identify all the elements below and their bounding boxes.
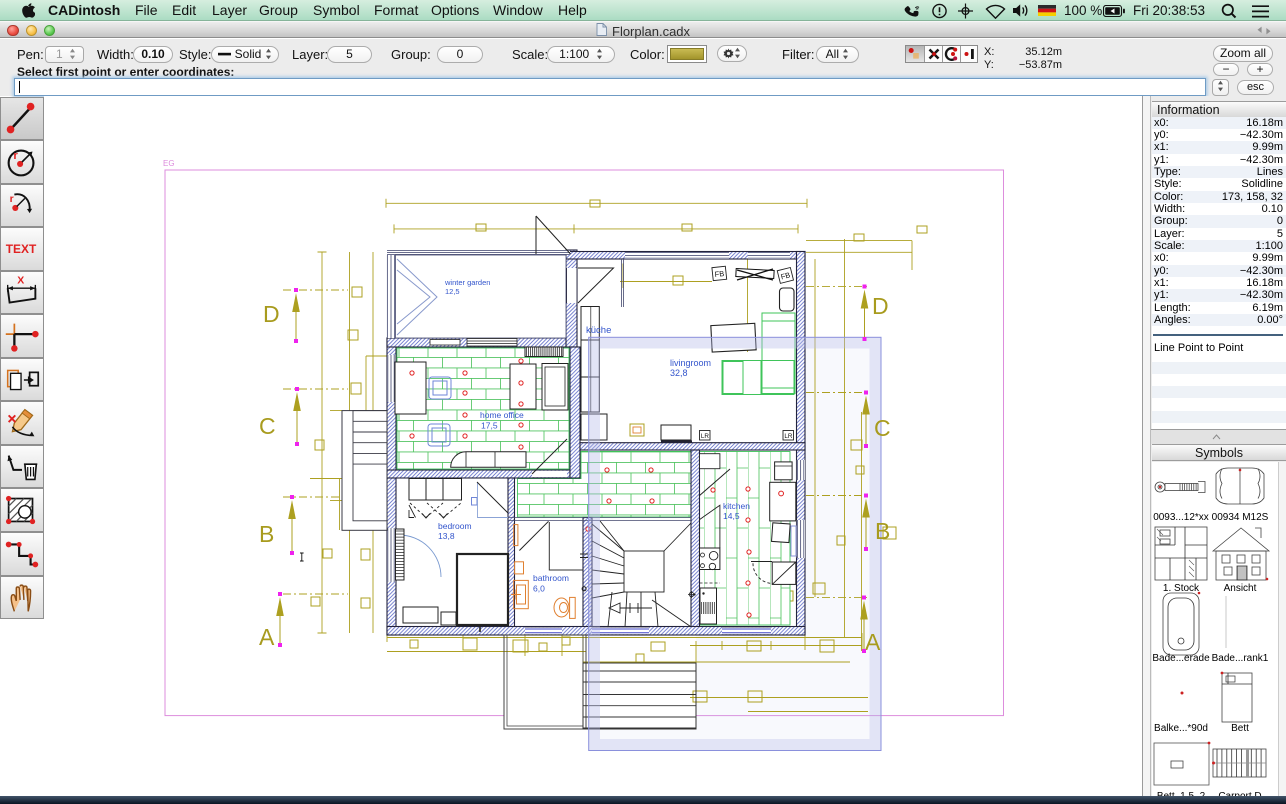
svg-text:A: A: [259, 624, 275, 650]
svg-text:livingroom: livingroom: [670, 358, 711, 368]
svg-text:EG: EG: [163, 159, 175, 168]
svg-text:A: A: [865, 629, 881, 655]
svg-text:LR: LR: [784, 433, 793, 440]
svg-text:LR: LR: [701, 433, 710, 440]
svg-text:X: X: [17, 274, 24, 286]
svg-text:bathroom: bathroom: [533, 573, 569, 583]
svg-text:14,5: 14,5: [723, 511, 740, 521]
svg-text:6,0: 6,0: [533, 584, 545, 594]
svg-text:13,8: 13,8: [438, 531, 455, 541]
svg-text:12,5: 12,5: [445, 287, 460, 296]
svg-text:r: r: [13, 150, 18, 162]
svg-text:D: D: [872, 293, 889, 319]
svg-text:home office: home office: [480, 410, 524, 420]
svg-text:B: B: [875, 518, 890, 544]
svg-text:kitchen: kitchen: [723, 501, 750, 511]
svg-text:TEXT: TEXT: [6, 242, 37, 256]
svg-text:küche: küche: [586, 325, 611, 336]
svg-text:C: C: [874, 415, 891, 441]
svg-text:r: r: [10, 193, 14, 205]
svg-text:32,8: 32,8: [670, 368, 688, 378]
svg-text:bedroom: bedroom: [438, 521, 472, 531]
svg-text:D: D: [263, 301, 280, 327]
svg-text:C: C: [259, 413, 276, 439]
svg-text:B: B: [259, 521, 274, 547]
svg-text:17,5: 17,5: [481, 421, 498, 431]
svg-text:winter garden: winter garden: [444, 278, 490, 287]
svg-text:FB: FB: [714, 269, 724, 279]
